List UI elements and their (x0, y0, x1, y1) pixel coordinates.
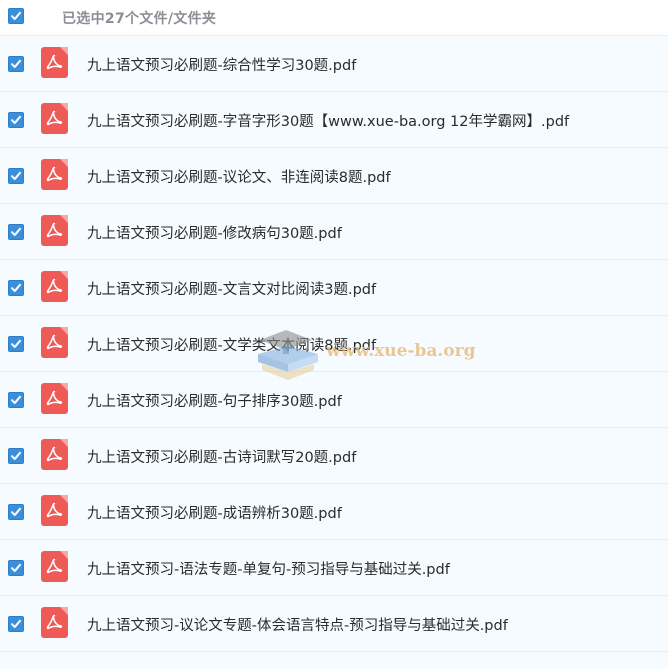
file-name[interactable]: 九上语文预习必刷题-综合性学习30题.pdf (87, 54, 356, 75)
pdf-file-icon (41, 215, 68, 246)
acrobat-icon (46, 558, 63, 574)
acrobat-icon (46, 54, 63, 70)
file-name[interactable]: 九上语文预习必刷题-古诗词默写20题.pdf (87, 446, 356, 467)
pdf-file-icon (41, 327, 68, 358)
selection-summary: 已选中27个文件/文件夹 (62, 11, 217, 27)
file-name[interactable]: 九上语文预习必刷题-成语辨析30题.pdf (87, 502, 342, 523)
checkmark-icon (11, 395, 21, 404)
file-row[interactable]: 九上语文预习必刷题-综合性学习30题.pdf (0, 36, 668, 92)
file-row[interactable]: 九上语文预习必刷题-文言文对比阅读3题.pdf (0, 260, 668, 316)
acrobat-icon (46, 390, 63, 406)
file-name[interactable]: 九上语文预习必刷题-文言文对比阅读3题.pdf (87, 278, 376, 299)
file-checkbox[interactable] (8, 560, 24, 576)
file-row[interactable]: 九上语文预习必刷题-议论文、非连阅读8题.pdf (0, 148, 668, 204)
file-checkbox[interactable] (8, 504, 24, 520)
acrobat-icon (46, 334, 63, 350)
select-all-checkbox[interactable] (8, 8, 24, 24)
checkmark-icon (11, 507, 21, 516)
file-row[interactable]: 九上语文预习-议论文专题-体会语言特点-预习指导与基础过关.pdf (0, 596, 668, 652)
checkmark-icon (11, 115, 21, 124)
file-checkbox[interactable] (8, 336, 24, 352)
checkmark-icon (11, 563, 21, 572)
file-checkbox[interactable] (8, 616, 24, 632)
pdf-file-icon (41, 607, 68, 638)
file-name[interactable]: 九上语文预习必刷题-字音字形30题【www.xue-ba.org 12年学霸网】… (87, 110, 569, 131)
file-row[interactable]: 九上语文预习必刷题-句子排序30题.pdf (0, 372, 668, 428)
checkmark-icon (11, 171, 21, 180)
file-checkbox[interactable] (8, 112, 24, 128)
file-row[interactable]: 九上语文预习必刷题-文学类文本阅读8题.pdf (0, 316, 668, 372)
checkmark-icon (11, 59, 21, 68)
acrobat-icon (46, 502, 63, 518)
checkmark-icon (11, 11, 21, 20)
pdf-file-icon (41, 439, 68, 470)
file-name[interactable]: 九上语文预习必刷题-修改病句30题.pdf (87, 222, 342, 243)
pdf-file-icon (41, 103, 68, 134)
file-row[interactable]: 九上语文预习必刷题-成语辨析30题.pdf (0, 484, 668, 540)
file-row[interactable]: 九上语文预习-语法专题-单复句-预习指导与基础过关.pdf (0, 540, 668, 596)
file-name[interactable]: 九上语文预习必刷题-议论文、非连阅读8题.pdf (87, 166, 391, 187)
acrobat-icon (46, 110, 63, 126)
checkmark-icon (11, 283, 21, 292)
file-name[interactable]: 九上语文预习必刷题-句子排序30题.pdf (87, 390, 342, 411)
file-checkbox[interactable] (8, 448, 24, 464)
pdf-file-icon (41, 47, 68, 78)
file-row[interactable]: 九上语文预习必刷题-字音字形30题【www.xue-ba.org 12年学霸网】… (0, 92, 668, 148)
file-checkbox[interactable] (8, 280, 24, 296)
file-checkbox[interactable] (8, 56, 24, 72)
acrobat-icon (46, 278, 63, 294)
pdf-file-icon (41, 271, 68, 302)
checkmark-icon (11, 227, 21, 236)
acrobat-icon (46, 446, 63, 462)
checkmark-icon (11, 619, 21, 628)
pdf-file-icon (41, 495, 68, 526)
pdf-file-icon (41, 551, 68, 582)
checkmark-icon (11, 339, 21, 348)
file-checkbox[interactable] (8, 392, 24, 408)
file-row[interactable]: 九上语文预习必刷题-古诗词默写20题.pdf (0, 428, 668, 484)
checkmark-icon (11, 451, 21, 460)
acrobat-icon (46, 614, 63, 630)
pdf-file-icon (41, 159, 68, 190)
selection-header: 已选中27个文件/文件夹 (0, 0, 668, 36)
pdf-file-icon (41, 383, 68, 414)
file-checkbox[interactable] (8, 168, 24, 184)
file-name[interactable]: 九上语文预习-议论文专题-体会语言特点-预习指导与基础过关.pdf (87, 614, 508, 635)
file-name[interactable]: 九上语文预习-语法专题-单复句-预习指导与基础过关.pdf (87, 558, 450, 579)
file-row[interactable]: 九上语文预习必刷题-修改病句30题.pdf (0, 204, 668, 260)
acrobat-icon (46, 166, 63, 182)
file-checkbox[interactable] (8, 224, 24, 240)
file-name[interactable]: 九上语文预习必刷题-文学类文本阅读8题.pdf (87, 334, 376, 355)
acrobat-icon (46, 222, 63, 238)
file-list-panel: 已选中27个文件/文件夹 九上语文预习必刷题-综合性学习30题.pdf 九上语文预… (0, 0, 668, 669)
